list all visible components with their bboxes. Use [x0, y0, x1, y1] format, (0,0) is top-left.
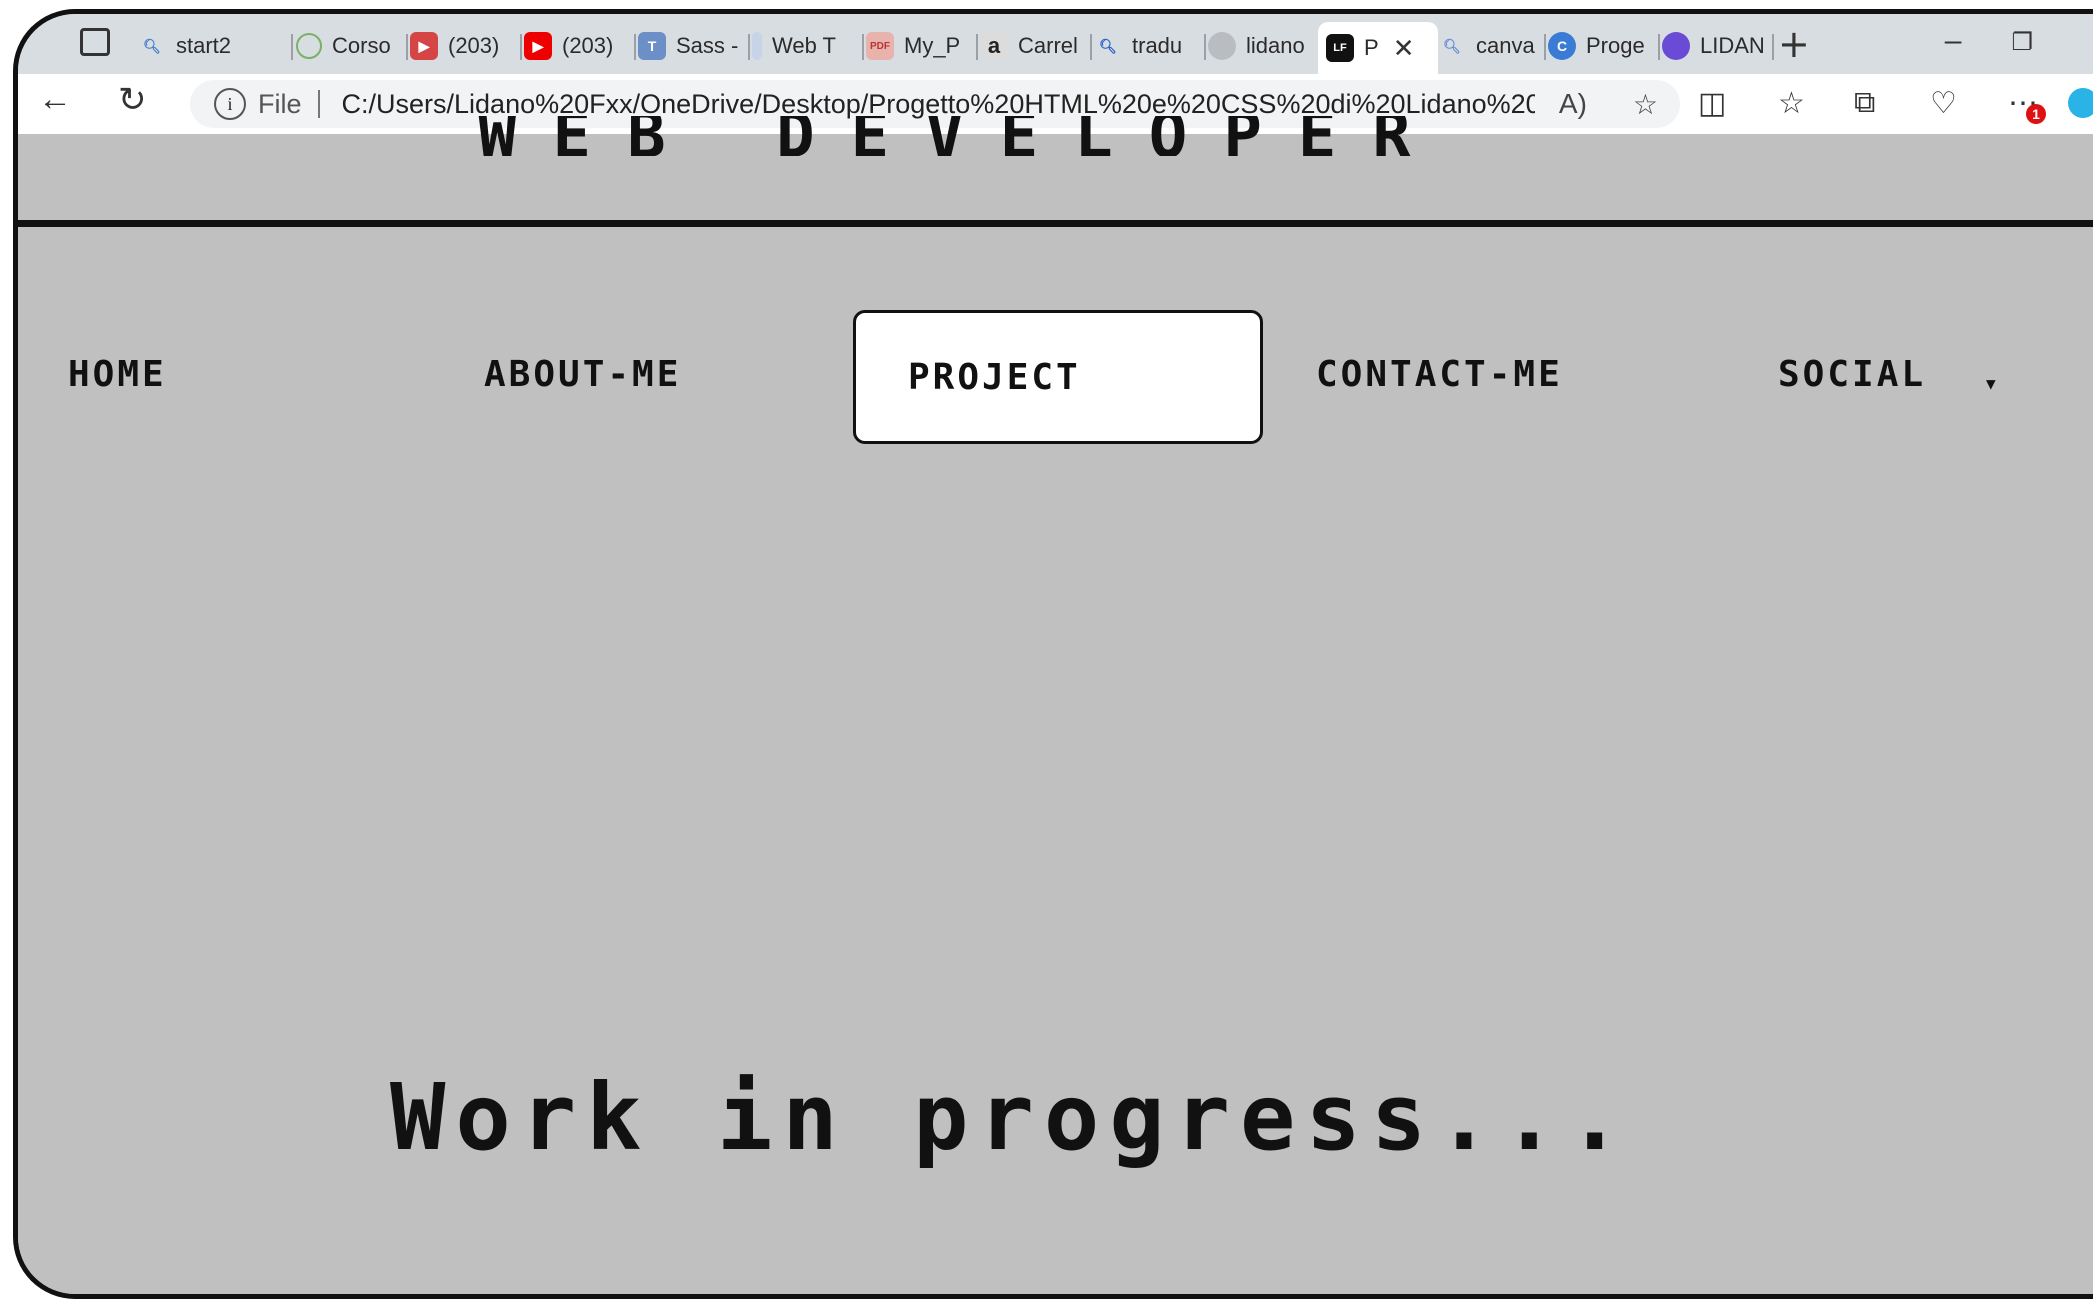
youtube-icon: ▶ — [524, 32, 552, 60]
caret-down-icon[interactable]: ▼ — [1986, 374, 1996, 393]
tab-title: Sass - — [676, 33, 739, 58]
tab-title: Carrel — [1018, 33, 1078, 58]
tab-title: Web T — [772, 33, 836, 58]
read-aloud-icon[interactable]: A) — [1559, 88, 1587, 120]
divider — [317, 90, 320, 118]
tab-web[interactable]: Web T — [752, 26, 864, 66]
tab-progetto[interactable]: C Proge — [1548, 26, 1660, 66]
menu-home[interactable]: HOME — [68, 354, 167, 395]
tab-title: Corso — [332, 33, 391, 58]
notification-badge: 1 — [2026, 104, 2046, 124]
tt-icon: T — [638, 32, 666, 60]
search-icon: 🔍︎ — [1099, 37, 1117, 54]
tab-lidan[interactable]: LIDAN — [1662, 26, 1774, 66]
close-icon[interactable]: ✕ — [1393, 33, 1415, 64]
browser-essentials-icon[interactable]: ♡ — [1930, 86, 1957, 121]
split-screen-icon[interactable]: ◫ — [1698, 86, 1726, 121]
tab-title: (203) — [562, 33, 614, 58]
collections-icon[interactable]: ⧉ — [1854, 86, 1875, 120]
tab-title: (203) — [448, 33, 500, 58]
tab-corso[interactable]: Corso — [296, 26, 408, 66]
chatgpt-icon — [296, 33, 322, 59]
scheme-label: File — [258, 88, 302, 119]
page-icon — [752, 32, 762, 60]
browser-window: 🔍︎ start2 Corso ▶ (203) ▶ (203) T Sass -… — [13, 9, 2093, 1299]
page-content: WEB DEVELOPER HOME ABOUT-ME PROJECT CONT… — [18, 116, 2093, 1294]
menu-project[interactable]: PROJECT — [853, 310, 1263, 444]
tab-my-pdf[interactable]: PDF My_P — [866, 26, 978, 66]
tab-title: My_P — [904, 33, 961, 58]
new-tab-icon[interactable]: + — [1778, 22, 1810, 66]
tab-title: lidano — [1246, 33, 1305, 58]
header-divider — [18, 220, 2093, 227]
tab-title: Proge — [1586, 33, 1645, 58]
tab-tradu[interactable]: 🔍︎ tradu — [1094, 26, 1206, 66]
canva-icon: C — [1548, 32, 1576, 60]
youtube-icon: ▶ — [410, 32, 438, 60]
tab-sass[interactable]: T Sass - — [638, 26, 750, 66]
refresh-icon[interactable]: ↻ — [118, 80, 147, 120]
favorite-star-icon[interactable]: ☆ — [1633, 88, 1658, 121]
tab-actions-icon[interactable] — [80, 28, 110, 56]
tab-amazon[interactable]: a Carrel — [980, 26, 1092, 66]
favorites-icon[interactable]: ☆ — [1778, 86, 1805, 121]
lf-icon: LF — [1326, 34, 1354, 62]
menu-social[interactable]: SOCIAL — [1778, 354, 1926, 395]
app-icon — [1662, 32, 1690, 60]
tab-strip: 🔍︎ start2 Corso ▶ (203) ▶ (203) T Sass -… — [18, 14, 2093, 74]
tab-github[interactable]: lidano — [1208, 26, 1320, 66]
menu-contact-me[interactable]: CONTACT-ME — [1316, 354, 1563, 395]
url-text[interactable]: C:/Users/Lidano%20Fxx/OneDrive/Desktop/P… — [342, 89, 1535, 120]
restore-icon[interactable]: ❐ — [2011, 28, 2033, 58]
tab-title: canva — [1476, 33, 1535, 58]
work-in-progress-message: Work in progress... — [390, 1064, 1633, 1171]
info-icon[interactable]: i — [214, 88, 246, 120]
search-icon: 🔍︎ — [1443, 37, 1461, 54]
back-arrow-icon[interactable]: ← — [38, 80, 72, 119]
search-icon: 🔍︎ — [143, 37, 161, 54]
pdf-icon: PDF — [866, 32, 894, 60]
tab-title: LIDAN — [1700, 33, 1765, 58]
tab-title: P — [1364, 35, 1379, 60]
tab-youtube-2[interactable]: ▶ (203) — [524, 26, 636, 66]
site-title: WEB DEVELOPER — [478, 116, 1447, 156]
tab-start[interactable]: 🔍︎ start2 — [138, 26, 293, 66]
tab-title: start2 — [176, 33, 232, 58]
minimize-icon[interactable]: – — [1945, 24, 1962, 58]
tab-title: tradu — [1132, 33, 1183, 58]
github-icon — [1208, 32, 1236, 60]
tab-youtube-1[interactable]: ▶ (203) — [410, 26, 522, 66]
tab-canva-search[interactable]: 🔍︎ canva — [1438, 26, 1546, 66]
tab-active[interactable]: LF P ✕ — [1318, 22, 1438, 74]
menu-about-me[interactable]: ABOUT-ME — [484, 354, 681, 395]
amazon-icon: a — [980, 32, 1008, 60]
copilot-icon[interactable] — [2068, 88, 2093, 118]
